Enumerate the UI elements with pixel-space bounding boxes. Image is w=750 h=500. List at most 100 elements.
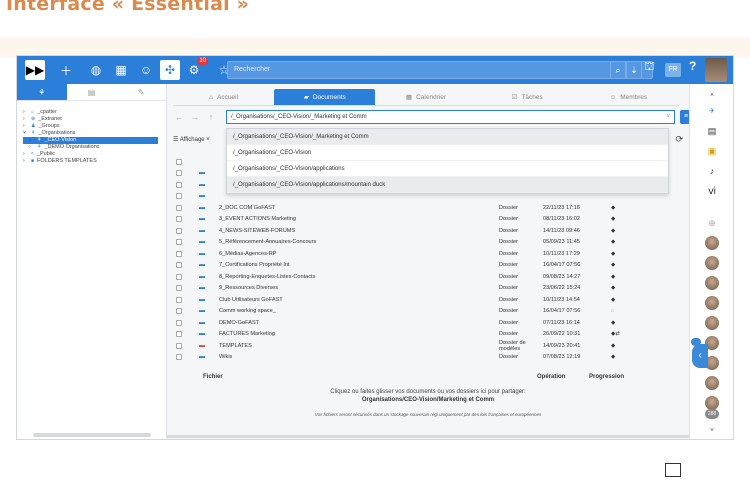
avatar[interactable] xyxy=(705,376,719,390)
horizontal-scrollbar[interactable] xyxy=(167,435,689,438)
tab-tree[interactable]: ⚘ xyxy=(17,84,67,100)
file-name[interactable]: 9_Ressources Diverses xyxy=(219,285,499,291)
row-checkbox[interactable] xyxy=(176,262,182,269)
back-icon[interactable]: ← xyxy=(173,110,185,124)
file-name[interactable]: 3_EVENT ACTIONS Marketing xyxy=(219,216,499,222)
tree-node[interactable]: › ⌂ _cpatter xyxy=(23,109,162,116)
table-row[interactable]: ▬ 2_DOC COM GoFAST Dossier 22/11/23 17:16 ◆ xyxy=(173,202,683,214)
row-checkbox[interactable] xyxy=(176,170,182,177)
tree-node[interactable]: › ♟ _Groups xyxy=(23,123,162,130)
tree-node[interactable]: › ⊕ _Extranet xyxy=(23,116,162,123)
avatar[interactable] xyxy=(705,256,719,270)
row-checkbox[interactable] xyxy=(176,354,182,361)
forward-icon[interactable]: → xyxy=(189,110,201,124)
table-row[interactable]: ▬ 4_NEWS-SITEWEB-FORUMS Dossier 14/11/23 09… xyxy=(173,225,683,237)
avatar[interactable] xyxy=(705,396,719,410)
tree-node[interactable]: › < _Public xyxy=(23,151,162,158)
file-name[interactable]: 2_DOC COM GoFAST xyxy=(219,205,499,211)
row-checkbox[interactable] xyxy=(176,296,182,303)
table-row[interactable]: ▬ 5_Référencement-Annuaires-Concours Dossi… xyxy=(173,237,683,249)
sidebar-toggle-icon[interactable]: ‹ xyxy=(692,344,708,368)
add-icon[interactable]: ＋ xyxy=(55,59,77,81)
tree-icon[interactable]: ✣ xyxy=(160,60,180,80)
visio-icon[interactable]: ⅵ xyxy=(703,184,721,198)
basket-icon[interactable]: ⛫ xyxy=(644,59,655,75)
bell-icon[interactable]: ♪ xyxy=(703,164,721,178)
row-checkbox[interactable] xyxy=(176,319,182,326)
expand-icon[interactable]: ˅ xyxy=(703,424,721,438)
avatar[interactable] xyxy=(705,236,719,250)
tab-taches[interactable]: ☑ Tâches xyxy=(477,89,578,105)
avatar[interactable] xyxy=(705,296,719,310)
table-row[interactable]: ▬ DEMO-GoFAST Dossier 07/11/23 16:14 ◆ xyxy=(173,317,683,329)
row-checkbox[interactable] xyxy=(176,331,182,338)
user-avatar[interactable] xyxy=(705,58,727,82)
refresh-icon[interactable]: ⟳ xyxy=(675,134,683,145)
tab-accueil[interactable]: ⌂ Accueil xyxy=(173,89,274,105)
dashboard-icon[interactable]: ◍ xyxy=(85,59,107,81)
search-options-icon[interactable]: ⇣ xyxy=(626,61,642,79)
row-checkbox[interactable] xyxy=(176,193,182,200)
file-name[interactable]: 5_Référencement-Annuaires-Concours xyxy=(219,239,499,245)
search-icon[interactable]: ⌕ xyxy=(610,61,626,79)
row-checkbox[interactable] xyxy=(176,158,182,165)
path-option[interactable]: /_Organisations/_CEO-Vision/applications… xyxy=(227,177,668,193)
drop-zone-text[interactable]: Cliquez ou faites glisser vos documents … xyxy=(173,389,683,395)
table-row[interactable]: ▬ Comm working space_ Dossier 16/04/17 07:5… xyxy=(173,306,683,318)
table-row[interactable]: ▬ 3_EVENT ACTIONS Marketing Dossier 08/11/2… xyxy=(173,214,683,226)
workflow-icon[interactable]: ⚙ 10 xyxy=(183,57,208,81)
tree-node[interactable]: › ■ FOLDERS TEMPLATES xyxy=(23,158,162,165)
path-select[interactable]: /_Organisations/_CEO-Vision/_Marketing e… xyxy=(226,110,675,124)
path-option[interactable]: /_Organisations/_CEO-Vision/_Marketing e… xyxy=(227,129,668,145)
left-scrollbar[interactable] xyxy=(33,433,151,437)
file-name[interactable]: FACTURES Marketing xyxy=(219,331,499,337)
row-checkbox[interactable] xyxy=(176,342,182,349)
up-icon[interactable]: ↑ xyxy=(205,110,217,124)
people-icon[interactable]: ☺ xyxy=(135,59,157,81)
file-name[interactable]: Wikis xyxy=(219,354,499,360)
path-option[interactable]: /_Organisations/_CEO-Vision/applications xyxy=(227,161,668,177)
tab-documents[interactable]: ▰ Documents xyxy=(274,89,376,105)
table-row[interactable]: ▬ 7_Certifications Propriété Int Dossier 16… xyxy=(173,260,683,272)
online-count-badge[interactable]: 288 xyxy=(705,409,719,419)
search-input[interactable]: Rechercher xyxy=(227,61,653,79)
avatar[interactable] xyxy=(705,276,719,290)
table-row[interactable]: ▬ Club Utilisateurs GoFAST Dossier 10/11/23… xyxy=(173,294,683,306)
tab-calendrier[interactable]: ▦ Calendrier xyxy=(375,89,476,105)
row-checkbox[interactable] xyxy=(176,239,182,246)
file-name[interactable]: 6_Médias-Agences-RP xyxy=(219,251,499,257)
file-name[interactable]: TEMPLATES xyxy=(219,343,499,349)
table-row[interactable]: ▬ FACTURES Marketing Dossier 26/09/22 10:31… xyxy=(173,329,683,341)
row-checkbox[interactable] xyxy=(176,181,182,188)
path-option[interactable]: /_Organisations/_CEO-Vision xyxy=(227,145,668,161)
add-contact-icon[interactable]: ⊕ xyxy=(703,216,721,230)
row-checkbox[interactable] xyxy=(176,250,182,257)
row-checkbox[interactable] xyxy=(176,308,182,315)
row-checkbox[interactable] xyxy=(176,216,182,223)
grid-icon[interactable]: ▦ xyxy=(110,59,132,81)
table-row[interactable]: ▬ 9_Ressources Diverses Dossier 23/06/22 15… xyxy=(173,283,683,295)
file-name[interactable]: 7_Certifications Propriété Int xyxy=(219,262,499,268)
file-name[interactable]: DEMO-GoFAST xyxy=(219,320,499,326)
fast-forward-icon[interactable]: ▶▶ xyxy=(25,60,45,80)
row-checkbox[interactable] xyxy=(176,285,182,292)
row-checkbox[interactable] xyxy=(176,273,182,280)
tab-membres[interactable]: ☺ Membres xyxy=(578,89,679,105)
gofast-logo-icon[interactable]: ✈ xyxy=(703,104,721,118)
file-name[interactable]: 8_Reporting-Enquetes-Listes-Contacts xyxy=(219,274,499,280)
row-checkbox[interactable] xyxy=(176,204,182,211)
notes-icon[interactable]: ▣ xyxy=(703,144,721,158)
row-checkbox[interactable] xyxy=(176,227,182,234)
tree-node[interactable]: › ⚘ _DEMO Organisations xyxy=(23,144,162,151)
file-name[interactable]: Comm working space_ xyxy=(219,308,499,314)
affichage-dropdown[interactable]: ☰ Affichage ˅ xyxy=(173,136,210,143)
table-row[interactable]: ▬ Wikis Dossier 07/08/23 12:19 ◆ xyxy=(173,352,683,364)
file-name[interactable]: 4_NEWS-SITEWEB-FORUMS xyxy=(219,228,499,234)
help-button[interactable]: ? xyxy=(689,59,696,73)
tab-tags[interactable]: ✎ xyxy=(116,84,166,100)
tree-node[interactable]: ˅ ⚘ _Organisations xyxy=(23,130,162,137)
language-button[interactable]: FR xyxy=(665,63,681,77)
tree-node-selected[interactable]: › ⚘ _CEO-Vision xyxy=(23,137,158,144)
tab-list[interactable]: ▤ xyxy=(67,84,117,100)
file-name[interactable]: Club Utilisateurs GoFAST xyxy=(219,297,499,303)
